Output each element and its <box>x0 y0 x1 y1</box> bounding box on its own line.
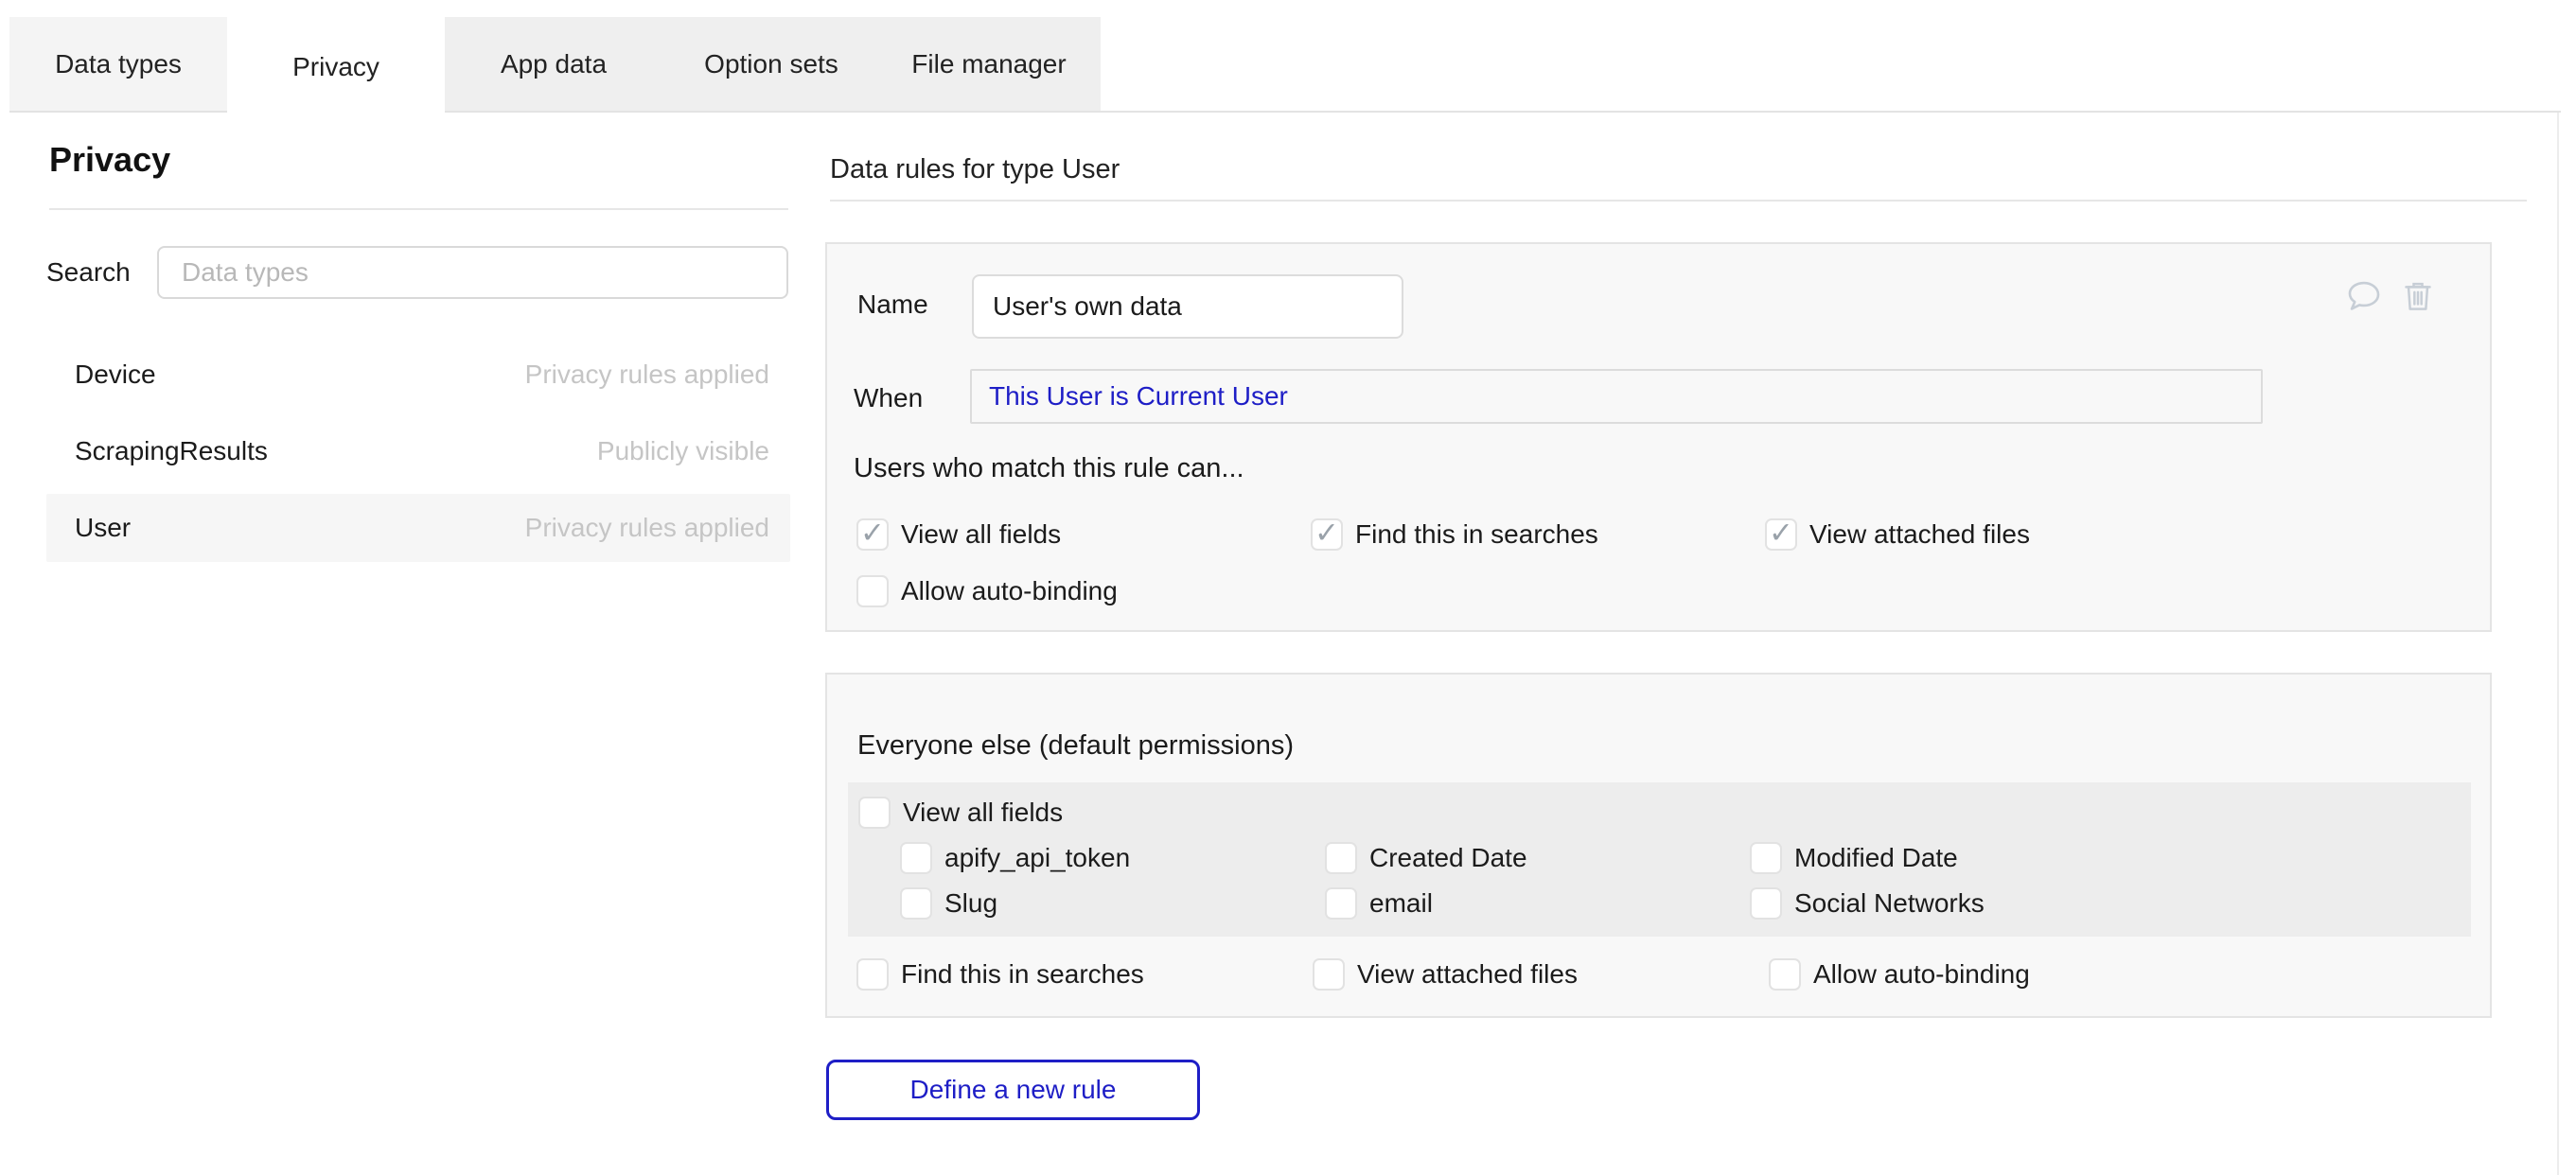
checkbox-label: Allow auto-binding <box>1813 958 2030 991</box>
permission-allow-auto-binding-default: Allow auto-binding <box>1769 957 2225 991</box>
checkbox-label: Social Networks <box>1794 887 1985 920</box>
list-item-scrapingresults[interactable]: ScrapingResults Publicly visible <box>46 417 790 485</box>
data-type-name: Device <box>75 360 156 390</box>
checkbox-label: Created Date <box>1369 842 1527 874</box>
checkbox-label: Allow auto-binding <box>901 575 1118 607</box>
checkbox[interactable] <box>1765 518 1797 551</box>
left-panel-divider <box>49 208 788 210</box>
search-input[interactable] <box>157 246 788 299</box>
list-item-device[interactable]: Device Privacy rules applied <box>46 341 790 409</box>
checkbox-label: View attached files <box>1809 518 2030 551</box>
tab-bar: Data types Privacy App data Option sets … <box>9 17 1101 112</box>
trash-icon[interactable] <box>2399 276 2437 316</box>
when-label: When <box>854 383 923 413</box>
field-slug: Slug <box>900 887 1325 920</box>
everyone-else-card: Everyone else (default permissions) View… <box>825 673 2492 1018</box>
permission-find-in-searches: Find this in searches <box>1311 517 1765 552</box>
tab-app-data[interactable]: App data <box>445 17 662 112</box>
permission-view-attached-files: View attached files <box>1765 517 2219 552</box>
permission-find-in-searches-default: Find this in searches <box>856 957 1313 991</box>
checkbox-label: View all fields <box>903 797 1063 829</box>
permission-view-all-fields: View all fields <box>856 517 1311 552</box>
tab-data-types[interactable]: Data types <box>9 17 227 112</box>
field-social-networks: Social Networks <box>1750 887 2175 920</box>
tab-privacy[interactable]: Privacy <box>227 17 445 117</box>
tab-file-manager[interactable]: File manager <box>880 17 1098 112</box>
rule-permissions-subtitle: Users who match this rule can... <box>854 453 1244 484</box>
checkbox[interactable] <box>1769 958 1801 991</box>
privacy-settings-page: Data types Privacy App data Option sets … <box>0 0 2576 1175</box>
checkbox[interactable] <box>900 842 932 874</box>
field-checkbox-grid: apify_api_token Created Date Modified Da… <box>900 842 2206 920</box>
permission-allow-auto-binding: Allow auto-binding <box>856 573 1424 609</box>
main-panel-title: Data rules for type User <box>830 154 1120 185</box>
default-permissions-row: Find this in searches View attached file… <box>856 957 2225 991</box>
when-condition-box[interactable]: This User is Current User <box>970 369 2263 424</box>
tab-option-sets[interactable]: Option sets <box>662 17 880 112</box>
checkbox-label: Find this in searches <box>901 958 1144 991</box>
field-apify-api-token: apify_api_token <box>900 842 1325 874</box>
checkbox-label: apify_api_token <box>944 842 1130 874</box>
rule-permissions-grid: View all fields Find this in searches Vi… <box>856 517 2333 609</box>
checkbox-label: Slug <box>944 887 997 920</box>
page-title: Privacy <box>49 140 170 180</box>
permission-view-all-fields-default: View all fields <box>858 797 1063 829</box>
checkbox[interactable] <box>1750 887 1782 920</box>
status-badge: Publicly visible <box>597 436 769 466</box>
permission-view-attached-files-default: View attached files <box>1313 957 1769 991</box>
checkbox[interactable] <box>856 518 889 551</box>
checkbox[interactable] <box>1313 958 1345 991</box>
everyone-else-title: Everyone else (default permissions) <box>857 730 1294 762</box>
field-created-date: Created Date <box>1325 842 1750 874</box>
checkbox[interactable] <box>1750 842 1782 874</box>
field-email: email <box>1325 887 1750 920</box>
data-type-list: Device Privacy rules applied ScrapingRes… <box>46 341 790 570</box>
rule-card-users-own-data: Name When This User is Curre <box>825 242 2492 632</box>
checkbox[interactable] <box>858 797 891 829</box>
status-badge: Privacy rules applied <box>525 360 769 390</box>
define-new-rule-button[interactable]: Define a new rule <box>826 1060 1200 1120</box>
checkbox[interactable] <box>900 887 932 920</box>
field-modified-date: Modified Date <box>1750 842 2175 874</box>
when-condition-value: This User is Current User <box>989 381 1288 412</box>
data-type-name: ScrapingResults <box>75 436 268 466</box>
checkbox[interactable] <box>1325 842 1357 874</box>
checkbox[interactable] <box>856 958 889 991</box>
comment-icon[interactable] <box>2344 276 2384 316</box>
checkbox[interactable] <box>1311 518 1343 551</box>
checkbox[interactable] <box>1325 887 1357 920</box>
name-label: Name <box>857 289 928 320</box>
checkbox-label: Modified Date <box>1794 842 1958 874</box>
list-item-user[interactable]: User Privacy rules applied <box>46 494 790 562</box>
checkbox[interactable] <box>856 575 889 607</box>
status-badge: Privacy rules applied <box>525 513 769 543</box>
checkbox-label: View all fields <box>901 518 1061 551</box>
data-type-name: User <box>75 513 131 543</box>
checkbox-label: Find this in searches <box>1355 518 1598 551</box>
checkbox-label: email <box>1369 887 1433 920</box>
content-right-border <box>2557 111 2559 1175</box>
search-label: Search <box>46 257 131 288</box>
rule-name-input[interactable] <box>972 274 1403 339</box>
main-panel-divider <box>830 200 2527 202</box>
field-visibility-section: View all fields apify_api_token Created … <box>848 782 2471 937</box>
checkbox-label: View attached files <box>1357 958 1578 991</box>
